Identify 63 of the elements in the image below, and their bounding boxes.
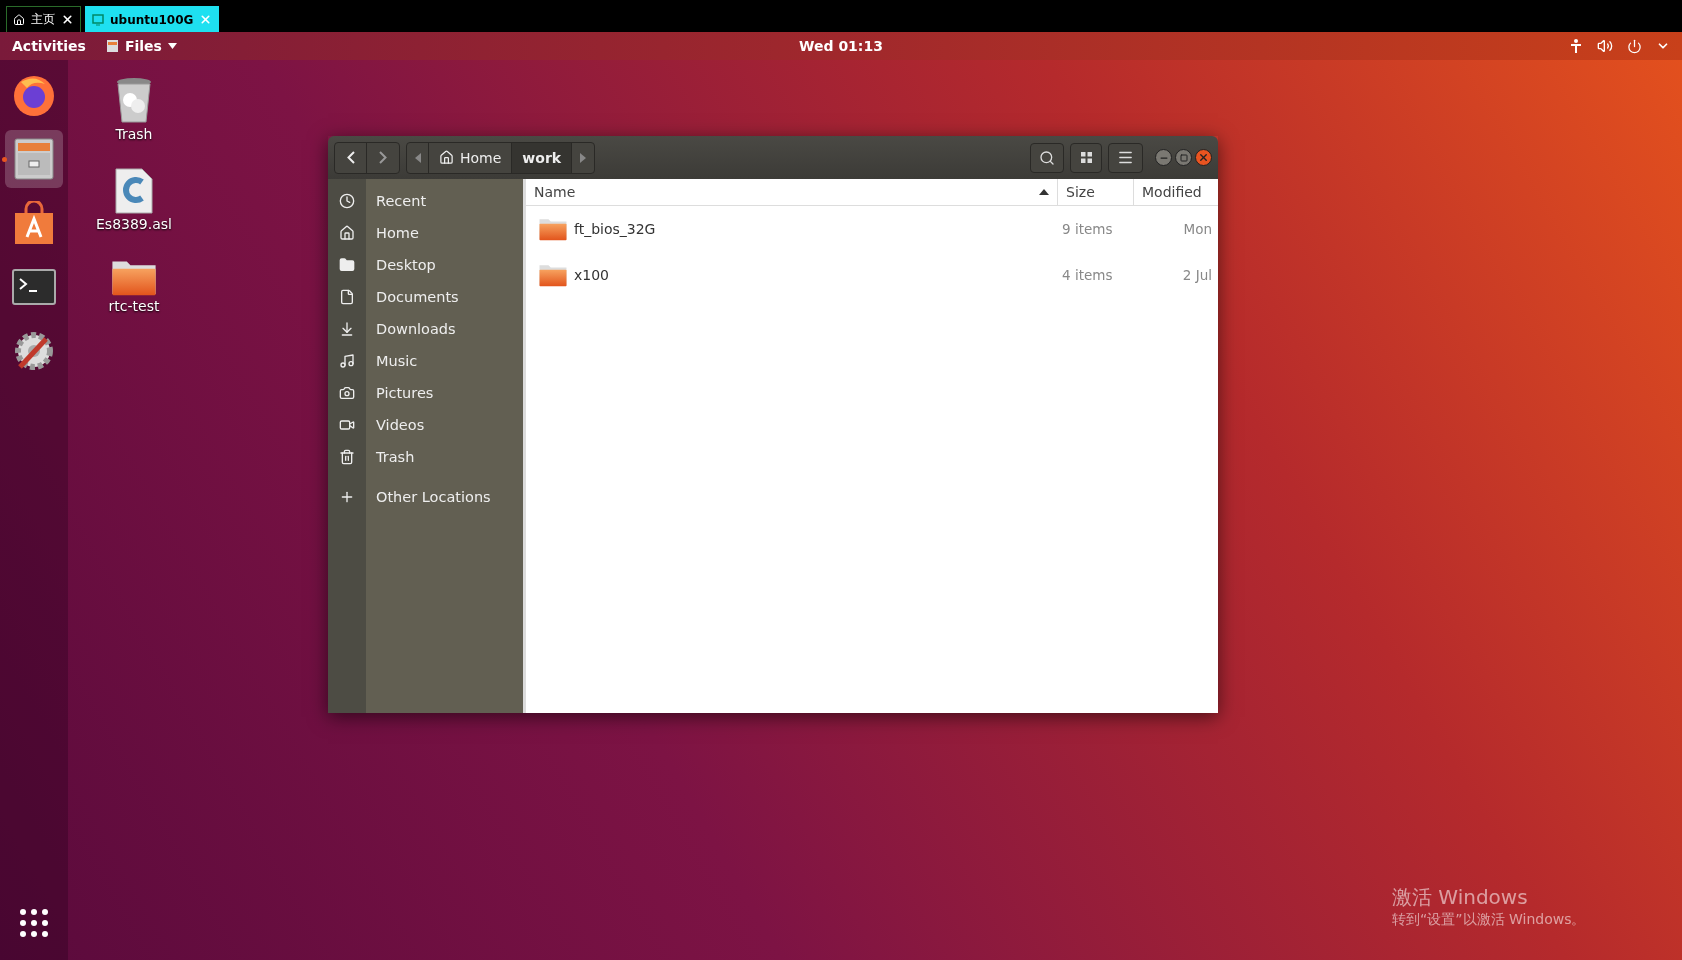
terminal-icon[interactable] — [12, 269, 56, 305]
sidebar-item[interactable]: Recent — [328, 185, 523, 217]
chevron-right-icon — [379, 151, 387, 164]
maximize-button[interactable] — [1175, 149, 1192, 166]
clock[interactable]: Wed 01:13 — [799, 38, 883, 54]
sidebar-item[interactable]: Videos — [328, 409, 523, 441]
caret-icon — [167, 43, 177, 49]
desktop-icon-label[interactable]: rtc-test — [108, 298, 160, 315]
column-header[interactable]: Modified — [1133, 179, 1218, 205]
activities-button[interactable]: Activities — [12, 38, 86, 54]
desktop-icon-label[interactable]: Es8389.asl — [96, 216, 172, 232]
sidebar-item[interactable]: Trash — [328, 441, 523, 473]
size-cell-text: 9 items — [1061, 221, 1114, 237]
left-triangle-icon — [414, 152, 421, 163]
app-menu[interactable]: Files — [105, 38, 177, 54]
path-button[interactable]: work — [512, 142, 573, 173]
file-cabinet-icon — [105, 39, 119, 53]
sidebar-item[interactable]: Music — [328, 345, 523, 377]
activation-title: 激活 Windows — [1392, 884, 1529, 911]
folder-icon — [538, 263, 568, 287]
file-name[interactable]: x100 — [574, 267, 609, 283]
search-icon — [1039, 149, 1055, 166]
right-triangle-icon — [580, 152, 587, 163]
remote-screen-icon — [92, 13, 104, 26]
home-icon — [439, 150, 454, 165]
column-header[interactable]: Size — [1057, 179, 1133, 205]
shopping-bag-icon[interactable] — [13, 201, 55, 245]
close-icon[interactable] — [61, 13, 74, 26]
home-icon — [13, 13, 25, 26]
file-name[interactable]: ft_bios_32G — [574, 221, 656, 237]
modified-cell-text: Mon — [1182, 221, 1213, 237]
accessibility-icon[interactable] — [1569, 38, 1583, 54]
chevron-left-icon — [346, 151, 355, 164]
size-cell-text: 4 items — [1061, 267, 1114, 283]
grid-icon — [1080, 152, 1092, 163]
close-icon — [1198, 152, 1209, 163]
desktop-icon-label[interactable]: Trash — [115, 126, 153, 142]
app-grid-icon[interactable] — [19, 908, 49, 938]
power-icon[interactable] — [1627, 38, 1642, 54]
search-button[interactable] — [1030, 142, 1064, 173]
sidebar-item[interactable]: Desktop — [328, 249, 523, 281]
sidebar-item[interactable]: Downloads — [328, 313, 523, 345]
trash-can-icon[interactable] — [114, 76, 154, 124]
folder-icon — [538, 217, 568, 241]
code-file-icon[interactable] — [115, 168, 153, 214]
maximize-icon — [1179, 153, 1188, 162]
sidebar-item[interactable]: Pictures — [328, 377, 523, 409]
minimize-button[interactable] — [1155, 149, 1172, 166]
column-header[interactable]: Name — [526, 179, 1057, 205]
modified-cell-text: 2 Jul — [1181, 267, 1213, 283]
gear-wrench-icon[interactable] — [12, 329, 56, 373]
sidebar-item[interactable]: Home — [328, 217, 523, 249]
file-cabinet-icon[interactable] — [13, 137, 55, 181]
volume-icon[interactable] — [1597, 38, 1613, 54]
browser-tab[interactable]: ubuntu100G — [85, 6, 220, 32]
browser-tab[interactable]: 主页 — [6, 6, 81, 32]
sidebar-item[interactable]: Documents — [328, 281, 523, 313]
activation-message: 转到“设置”以激活 Windows。 — [1392, 911, 1586, 929]
close-button[interactable] — [1195, 149, 1212, 166]
menu-button[interactable] — [1108, 142, 1143, 173]
grid-view-button[interactable] — [1070, 142, 1102, 173]
menu-icon — [1117, 149, 1134, 166]
sidebar-item[interactable]: Other Locations — [328, 481, 523, 513]
